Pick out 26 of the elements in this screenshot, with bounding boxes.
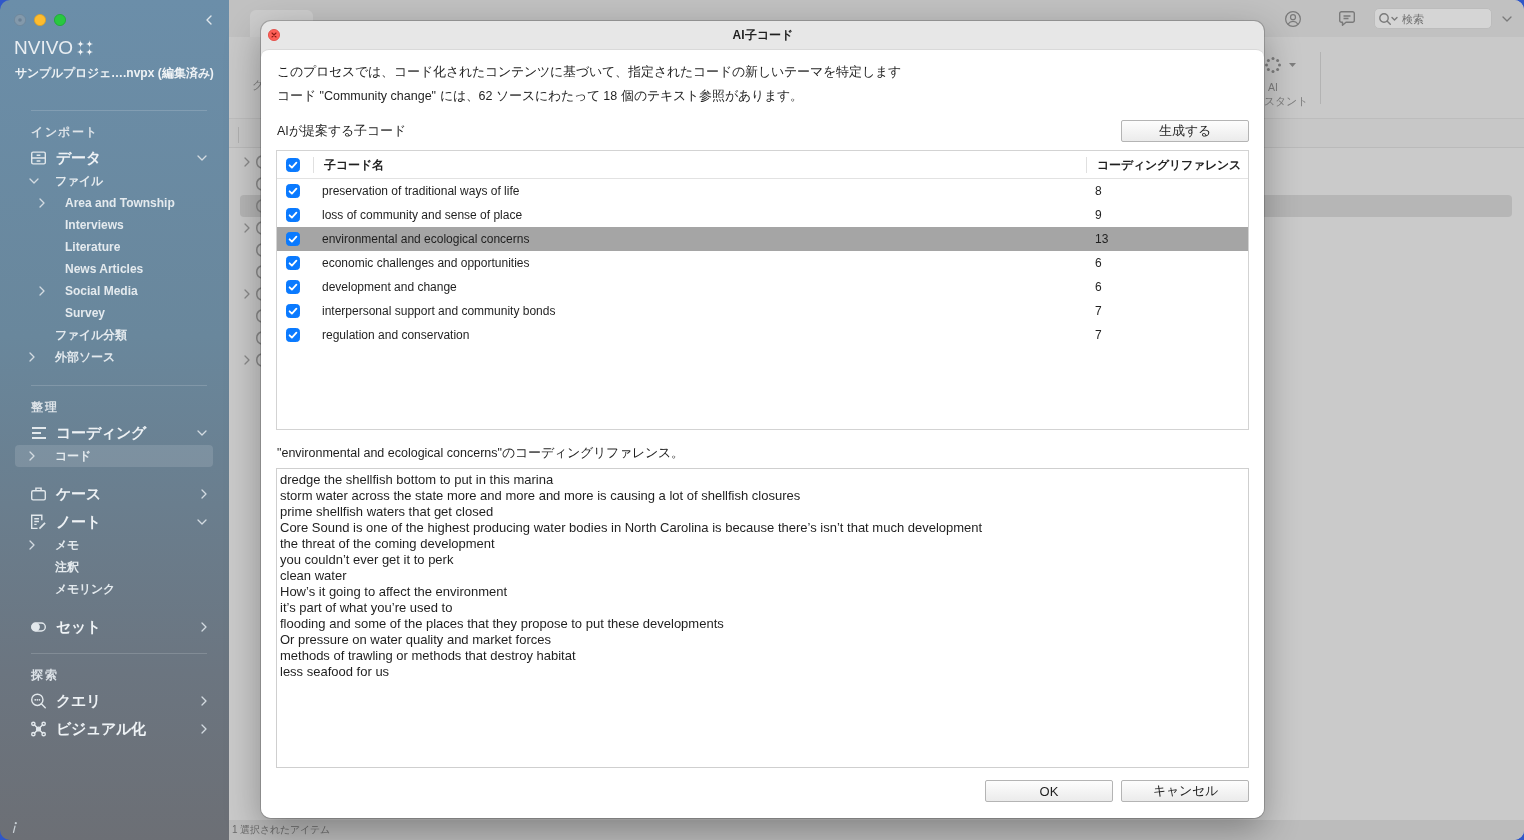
- table-cell-text: 13: [1094, 231, 1110, 248]
- table-cell-text: loss of community and sense of place: [321, 207, 524, 224]
- logo-text: NVIVO: [14, 40, 74, 56]
- description-text: コード "Community change" には、62 ソースにわたって 18 個のテキスト参照があります。: [276, 88, 803, 105]
- table-cell-text: 6: [1094, 279, 1103, 296]
- table-cell-text: environmental and ecological concerns: [321, 231, 531, 248]
- section-heading: インポート: [31, 125, 99, 139]
- dialog-title: AI子コード: [732, 26, 793, 44]
- toolbar-label: AI: [1268, 80, 1278, 94]
- project-name: サンプルプロジェ….nvpx (編集済み): [14, 65, 214, 81]
- table-cell-text: 8: [1094, 183, 1103, 200]
- table-cell-text: development and change: [321, 279, 458, 296]
- section-label: "environmental and ecological concerns"のコーディングリファレンス。: [276, 445, 684, 461]
- table-cell-text: 7: [1094, 327, 1103, 344]
- table-cell-text: 6: [1094, 255, 1103, 272]
- table-cell-text: preservation of traditional ways of life: [321, 183, 521, 200]
- table-cell-text: 7: [1094, 303, 1103, 320]
- description-text: このプロセスでは、コード化されたコンテンツに基づいて、指定されたコードの新しいテーマを特定します: [276, 64, 901, 81]
- table-cell-text: regulation and conservation: [321, 327, 471, 344]
- table-cell-text: 9: [1094, 207, 1103, 224]
- table-cell-text: interpersonal support and community bonds: [321, 303, 557, 320]
- toolbar-label: スタント: [1264, 94, 1308, 108]
- section-label: AIが提案する子コード: [276, 122, 406, 140]
- table-cell-text: economic challenges and opportunities: [321, 255, 531, 272]
- section-heading: 整理: [31, 400, 58, 414]
- section-heading: 探索: [31, 668, 58, 682]
